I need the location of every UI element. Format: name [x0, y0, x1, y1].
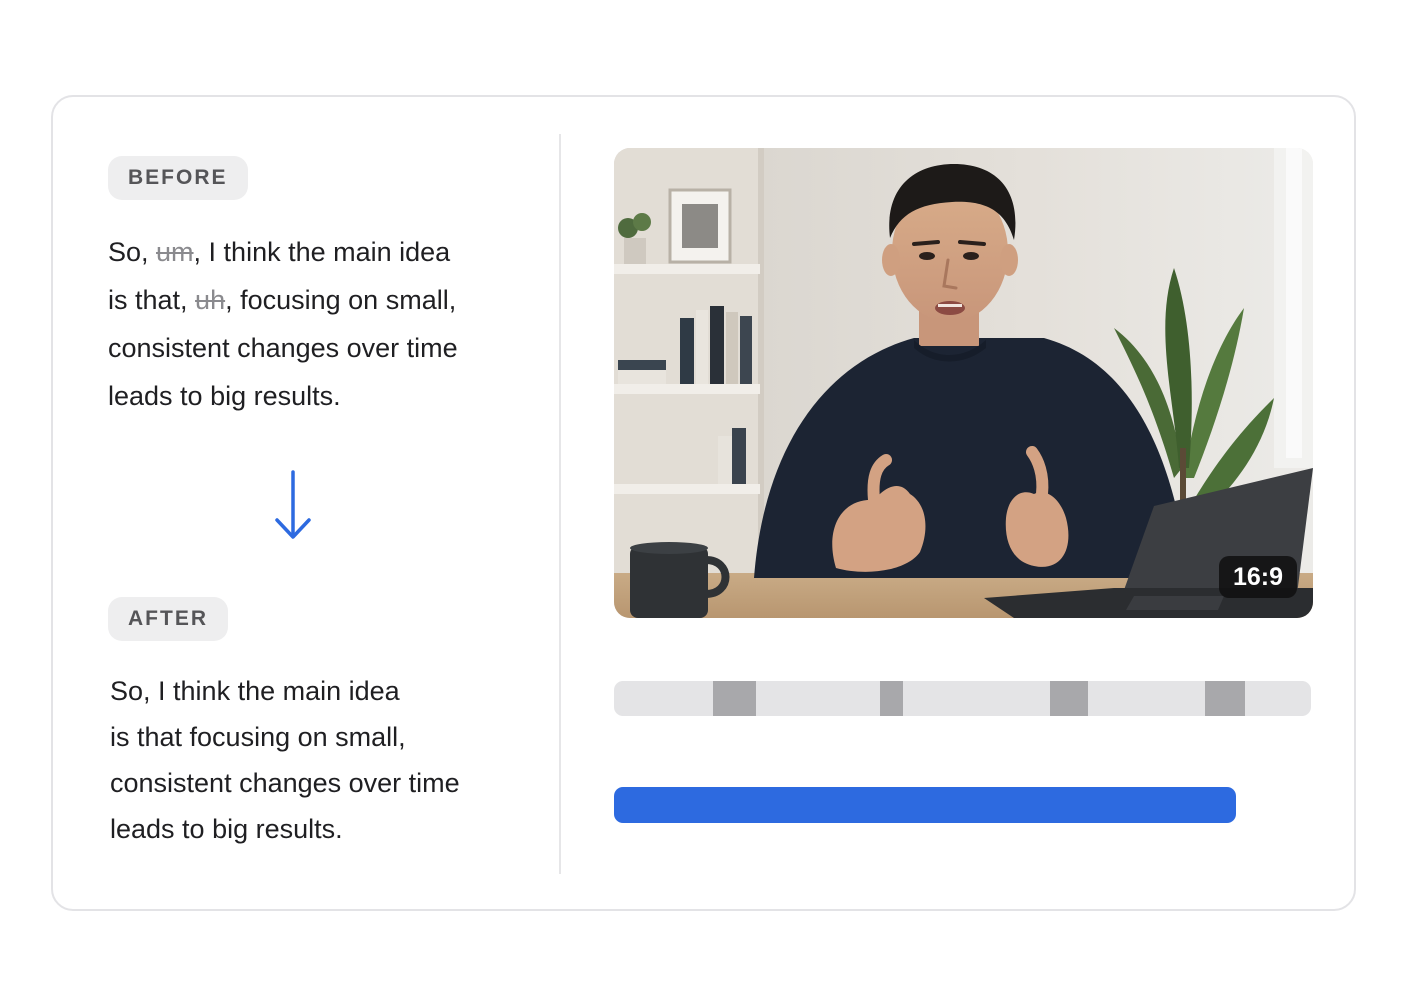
- after-line: leads to big results.: [110, 814, 343, 844]
- aspect-ratio-badge: 16:9: [1218, 556, 1297, 598]
- after-badge: AFTER: [108, 597, 228, 641]
- before-line: consistent changes over time: [108, 333, 458, 363]
- arrow-down-icon: [270, 468, 316, 544]
- before-line: leads to big results.: [108, 381, 341, 411]
- panel-divider: [559, 134, 561, 874]
- after-line: consistent changes over time: [110, 768, 460, 798]
- before-line: is that, uh, focusing on small,: [108, 285, 457, 315]
- before-badge: BEFORE: [108, 156, 248, 200]
- timeline-track[interactable]: [614, 681, 1311, 716]
- filler-word: um: [156, 237, 194, 267]
- edited-timeline-bar[interactable]: [614, 787, 1236, 823]
- removed-segment[interactable]: [880, 681, 903, 716]
- after-transcript: So, I think the main idea is that focusi…: [110, 668, 460, 852]
- after-line: So, I think the main idea: [110, 676, 400, 706]
- removed-segment[interactable]: [1050, 681, 1088, 716]
- before-line: So, um, I think the main idea: [108, 237, 451, 267]
- after-line: is that focusing on small,: [110, 722, 406, 752]
- removed-segment[interactable]: [713, 681, 756, 716]
- removed-segment[interactable]: [1205, 681, 1245, 716]
- video-preview[interactable]: 16:9: [614, 148, 1313, 618]
- before-transcript: So, um, I think the main idea is that, u…: [108, 228, 458, 420]
- video-frame: [614, 148, 1313, 618]
- filler-word: uh: [195, 285, 226, 315]
